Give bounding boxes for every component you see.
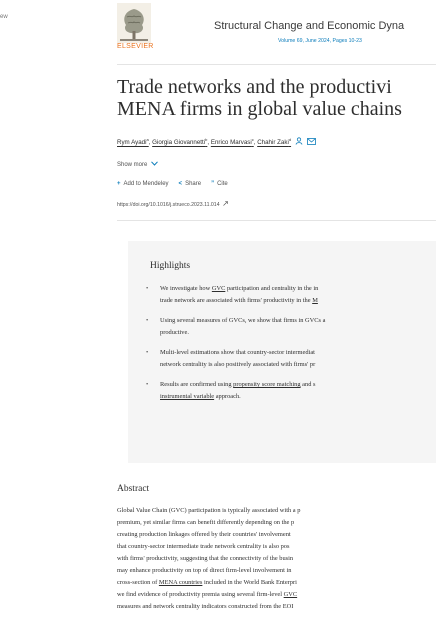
author-name: Giorgia Giovannetti — [152, 139, 206, 147]
mail-icon[interactable] — [307, 137, 316, 147]
article-actions: + Add to Mendeley < Share ” Cite — [117, 181, 238, 187]
author-link[interactable]: Enrico Marvasic — [211, 137, 254, 146]
quote-icon: ” — [211, 181, 215, 187]
author-affiliation-mark: d — [288, 137, 292, 143]
share-button[interactable]: < Share — [179, 181, 202, 187]
cite-label: Cite — [217, 181, 228, 187]
author-list: Rym Ayadia, Giorgia Giovannettib, Enrico… — [117, 137, 316, 147]
share-label: Share — [185, 181, 202, 187]
mena-countries-link[interactable]: MENA countries — [159, 579, 203, 586]
author-name: Enrico Marvasi — [210, 139, 252, 147]
person-icon[interactable] — [295, 137, 303, 147]
chevron-down-icon — [151, 161, 159, 168]
add-to-mendeley-label: Add to Mendeley — [123, 181, 169, 187]
abstract-text: Global Value Chain (GVC) participation i… — [117, 507, 301, 610]
elsevier-wordmark: ELSEVIER — [117, 43, 154, 50]
show-more-button[interactable]: Show more — [117, 161, 159, 168]
share-icon: < — [178, 181, 183, 187]
highlight-item: • We investigate how GVC participation a… — [146, 283, 436, 307]
author-link[interactable]: Rym Ayadia — [117, 137, 149, 146]
journal-header: ELSEVIER Structural Change and Economic … — [117, 0, 436, 64]
show-more-label: Show more — [117, 161, 148, 168]
journal-title-link[interactable]: Structural Change and Economic Dyna — [214, 20, 404, 32]
sidebar-stub-text[interactable]: ew — [0, 14, 8, 20]
author-name: Chahir Zaki — [257, 139, 289, 147]
instrumental-variable-link[interactable]: instrumental variable — [160, 393, 214, 400]
bullet-icon: • — [146, 285, 149, 292]
bullet-icon: • — [146, 381, 149, 388]
gvc-term-link[interactable]: GVC — [212, 285, 226, 292]
doi-divider — [117, 220, 436, 221]
highlight-item: • Results are confirmed using propensity… — [146, 379, 436, 403]
article-title: Trade networks and the productivi MENA f… — [117, 76, 436, 120]
journal-volume-link[interactable]: Volume 69, June 2024, Pages 10-23 — [278, 38, 362, 44]
bullet-icon: • — [146, 317, 149, 324]
doi-text: https://doi.org/10.1016/j.strueco.2023.1… — [117, 202, 220, 208]
highlight-item: • Multi-level estimations show that coun… — [146, 347, 436, 371]
header-divider — [117, 64, 436, 65]
author-link[interactable]: Chahir Zakid — [257, 137, 291, 146]
highlights-list: • We investigate how GVC participation a… — [146, 283, 436, 411]
author-name: Rym Ayadi — [117, 139, 147, 147]
author-link[interactable]: Giorgia Giovannettib — [152, 137, 207, 146]
external-link-icon — [223, 201, 228, 208]
doi-link[interactable]: https://doi.org/10.1016/j.strueco.2023.1… — [117, 201, 228, 208]
propensity-score-matching-link[interactable]: propensity score matching — [233, 381, 300, 388]
article-title-line-2: MENA firms in global value chains — [117, 98, 402, 120]
abstract-title: Abstract — [117, 484, 150, 494]
elsevier-tree-logo[interactable]: ELSEVIER — [117, 3, 154, 51]
plus-icon: + — [117, 181, 121, 187]
bullet-icon: • — [146, 349, 149, 356]
add-to-mendeley-button[interactable]: + Add to Mendeley — [117, 181, 169, 187]
highlights-box: Highlights • We investigate how GVC part… — [128, 241, 436, 463]
highlights-title: Highlights — [150, 261, 191, 271]
highlight-item: • Using several measures of GVCs, we sho… — [146, 315, 436, 339]
gvc-term-link[interactable]: GVC — [284, 591, 298, 598]
cite-button[interactable]: ” Cite — [211, 181, 228, 187]
article-title-line-1: Trade networks and the productivi — [117, 76, 392, 98]
mena-term-link[interactable]: M — [312, 297, 318, 304]
